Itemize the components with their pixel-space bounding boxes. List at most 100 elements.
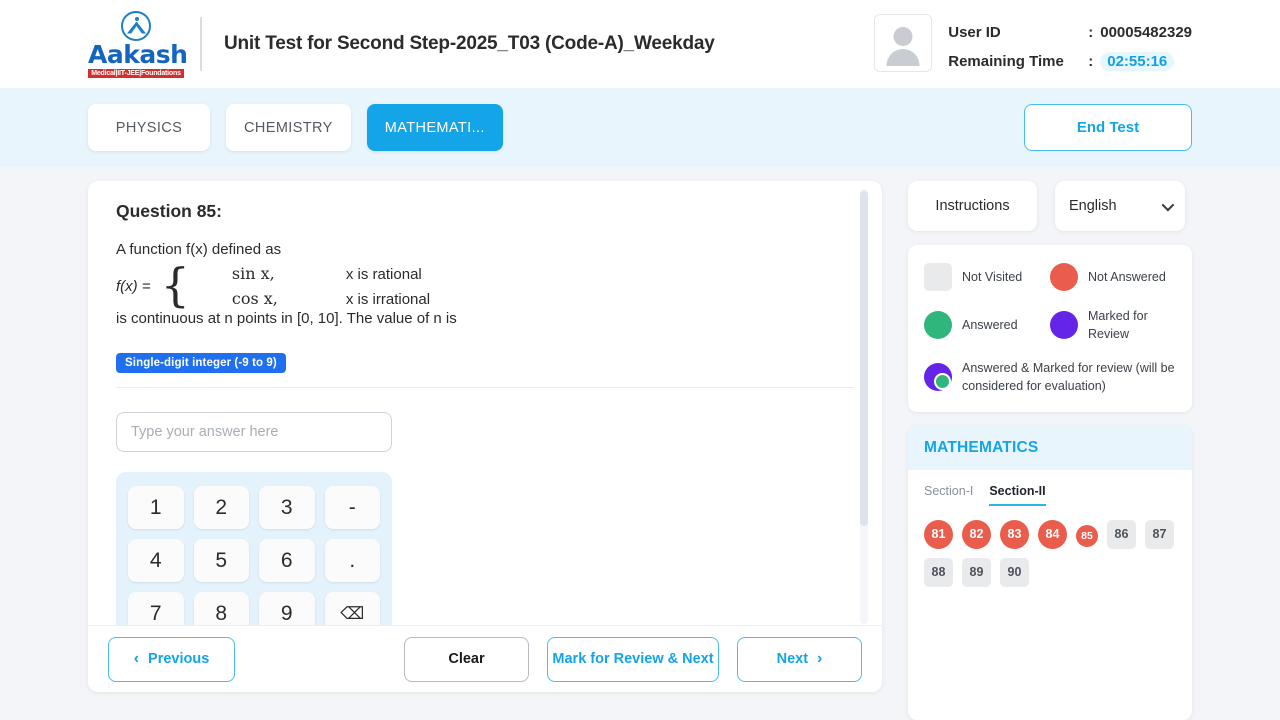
tab-mathematics[interactable]: MATHEMATI... [366, 104, 503, 151]
not-answered-swatch-icon [1050, 263, 1078, 291]
question-number-90[interactable]: 90 [1000, 557, 1029, 587]
remaining-time-row: Remaining Time : 02:55:16 [948, 47, 1192, 76]
subject-tab-bar: PHYSICS CHEMISTRY MATHEMATI... End Test [0, 88, 1280, 167]
remaining-time-value: 02:55:16 [1100, 52, 1175, 71]
question-number-81[interactable]: 81 [924, 519, 953, 549]
legend-label: Answered [962, 318, 1018, 333]
section-tab-2[interactable]: Section-II [989, 484, 1046, 506]
next-button[interactable]: Next › [737, 636, 862, 682]
previous-button[interactable]: ‹ Previous [108, 636, 235, 682]
user-id-colon: : [1088, 24, 1094, 41]
end-test-button[interactable]: End Test [1024, 104, 1192, 151]
chevron-right-icon: › [817, 650, 823, 667]
aakash-logo: Aakash Medical|IIT-JEE|Foundations [88, 10, 188, 78]
marked-review-swatch-icon [1050, 311, 1078, 340]
piecewise-expression: sin x, [231, 264, 275, 283]
piecewise-row: cos x, x is irrational [196, 289, 430, 308]
answered-swatch-icon [924, 311, 952, 340]
question-footer: ‹ Previous Clear Mark for Review & Next … [88, 625, 882, 692]
aakash-emblem-icon [121, 10, 151, 41]
question-tail-text: is continuous at n points in [0, 10]. Th… [116, 310, 457, 327]
question-number-86[interactable]: 86 [1107, 519, 1136, 549]
piecewise-expression: cos x, [231, 289, 278, 308]
remaining-time-label: Remaining Time [948, 53, 1064, 70]
key-minus[interactable]: - [324, 486, 380, 529]
language-select[interactable]: English [1055, 181, 1185, 231]
key-dot[interactable]: . [324, 539, 380, 582]
piecewise-lhs: f(x) = [116, 277, 151, 295]
legend-item-not-answered: Not Answered [1050, 263, 1176, 291]
answer-type-badge: Single-digit integer (-9 to 9) [116, 353, 286, 373]
user-info-block: User ID : 00005482329 Remaining Time : 0… [874, 14, 1192, 76]
key-6[interactable]: 6 [259, 539, 315, 582]
user-id-row: User ID : 00005482329 [948, 18, 1192, 47]
key-8[interactable]: 8 [193, 592, 249, 625]
legend-item-not-visited: Not Visited [924, 263, 1050, 291]
piecewise-condition: x is rational [345, 266, 422, 283]
instructions-button[interactable]: Instructions [908, 181, 1037, 231]
piecewise-condition: x is irrational [345, 291, 431, 308]
question-divider [116, 387, 854, 388]
question-number-88[interactable]: 88 [924, 557, 953, 587]
avatar [874, 14, 933, 72]
piecewise-row: sin x, x is rational [196, 264, 430, 283]
user-id-value: 00005482329 [1100, 24, 1192, 41]
legend-label: Not Answered [1088, 269, 1166, 284]
numeric-keypad: 1 2 3 - 4 5 6 . 7 8 9 ⌫ [116, 472, 392, 625]
tab-physics[interactable]: PHYSICS [88, 104, 210, 151]
question-number-87[interactable]: 87 [1145, 519, 1174, 549]
legend-item-answered: Answered [924, 307, 1050, 343]
key-7[interactable]: 7 [128, 592, 184, 625]
palette-section-tabs: Section-I Section-II [908, 470, 1192, 506]
logo-wordmark: Aakash [88, 39, 188, 69]
logo-tagline: Medical|IIT-JEE|Foundations [88, 68, 184, 78]
question-intro-text: A function f(x) defined as [116, 241, 282, 258]
legend-label: Answered & Marked for review (will be co… [962, 361, 1175, 394]
key-9[interactable]: 9 [259, 592, 315, 625]
question-palette: MATHEMATICS Section-I Section-II 81 82 8… [908, 425, 1192, 720]
user-id-label: User ID [948, 24, 1001, 41]
language-select-value: English [1069, 198, 1117, 214]
previous-button-label: Previous [148, 651, 210, 667]
legend-label: Not Visited [962, 269, 1023, 284]
palette-subject-title: MATHEMATICS [908, 425, 1192, 470]
tab-chemistry[interactable]: CHEMISTRY [226, 104, 351, 151]
not-visited-swatch-icon [924, 263, 952, 291]
app-header: Aakash Medical|IIT-JEE|Foundations Unit … [0, 0, 1280, 88]
question-number-title: Question 85: [116, 201, 222, 221]
main-content: Question 85: A function f(x) defined as … [0, 167, 1280, 720]
next-button-label: Next [776, 651, 809, 667]
legend-label: Marked for Review [1088, 309, 1148, 342]
question-card: Question 85: A function f(x) defined as … [88, 181, 882, 692]
piecewise-function: f(x) = { sin x, x is rational cos x, x i… [116, 258, 854, 313]
key-1[interactable]: 1 [128, 486, 184, 529]
key-2[interactable]: 2 [193, 486, 249, 529]
piecewise-brace-icon: { [160, 258, 190, 313]
header-divider [200, 17, 202, 71]
question-number-89[interactable]: 89 [962, 557, 991, 587]
section-tab-1[interactable]: Section-I [924, 484, 973, 506]
legend-item-marked-review: Marked for Review [1050, 307, 1176, 343]
status-legend: Not Visited Not Answered Answered Marked… [908, 245, 1192, 412]
remaining-time-colon: : [1088, 53, 1094, 70]
key-4[interactable]: 4 [128, 539, 184, 582]
page-title: Unit Test for Second Step-2025_T03 (Code… [224, 33, 715, 54]
question-number-82[interactable]: 82 [962, 519, 991, 549]
legend-item-answered-marked: Answered & Marked for review (will be co… [924, 359, 1176, 395]
mark-review-next-button[interactable]: Mark for Review & Next [547, 636, 719, 682]
question-scrollbar-thumb[interactable] [860, 191, 868, 526]
question-scroll-area: Question 85: A function f(x) defined as … [88, 181, 882, 625]
key-5[interactable]: 5 [193, 539, 249, 582]
answered-marked-swatch-icon [924, 363, 952, 392]
key-3[interactable]: 3 [259, 486, 315, 529]
chevron-left-icon: ‹ [133, 650, 140, 667]
brand-logo: Aakash Medical|IIT-JEE|Foundations Unit … [88, 10, 715, 78]
clear-button[interactable]: Clear [404, 636, 529, 682]
question-number-83[interactable]: 83 [1000, 519, 1029, 549]
chevron-down-icon [1161, 198, 1175, 211]
question-number-85[interactable]: 85 [1076, 524, 1098, 547]
answer-input[interactable] [116, 412, 392, 452]
question-number-84[interactable]: 84 [1038, 519, 1067, 549]
backspace-icon[interactable]: ⌫ [324, 592, 380, 625]
question-number-grid: 81 82 83 84 85 86 87 88 89 90 [908, 506, 1192, 603]
